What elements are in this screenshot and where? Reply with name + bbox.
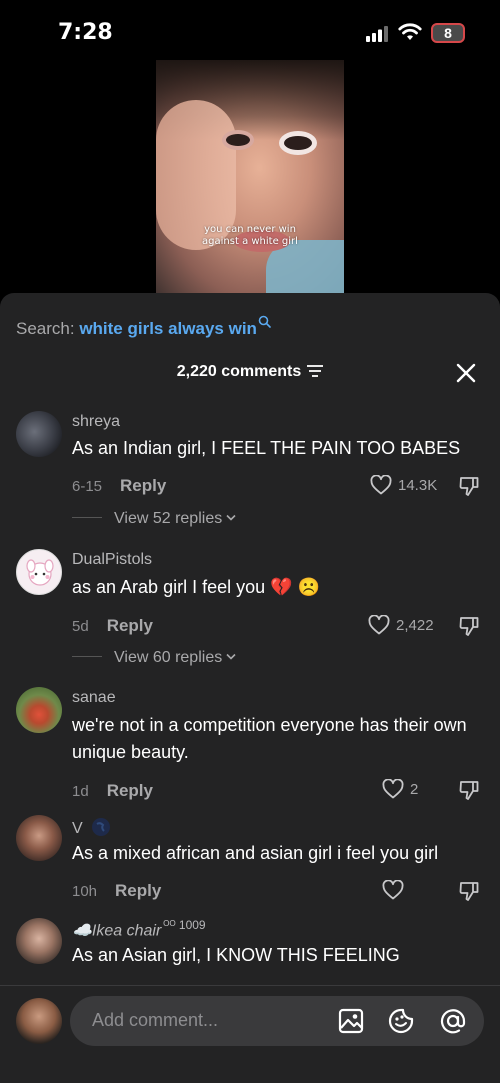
divider-line — [72, 517, 102, 518]
avatar-illustration — [26, 559, 54, 586]
view-replies-button[interactable]: View 60 replies — [72, 649, 236, 667]
video-caption-line2: against a white girl — [202, 236, 298, 247]
mention-icon[interactable] — [440, 1008, 466, 1034]
comments-sheet: Search: white girls always win 2,220 com… — [0, 293, 500, 1083]
dislike-icon[interactable] — [458, 475, 480, 497]
heart-icon — [382, 779, 404, 799]
signal-icon — [366, 26, 388, 42]
comments-count-header: 2,220 comments — [0, 363, 500, 381]
globe-icon — [92, 818, 111, 836]
search-icon — [258, 315, 271, 328]
comment-text: As an Indian girl, I FEEL THE PAIN TOO B… — [72, 438, 461, 458]
like-button[interactable]: 14.3K — [370, 475, 437, 495]
video-eye-right — [284, 136, 312, 150]
video-caption: you can never win against a white girl — [156, 224, 344, 248]
close-icon[interactable] — [454, 361, 478, 385]
like-count: 2 — [410, 780, 419, 798]
comment-text: As a mixed african and asian girl i feel… — [72, 843, 439, 863]
avatar[interactable] — [16, 918, 62, 964]
chevron-down-icon — [226, 653, 236, 660]
comment-time: 6-15 — [72, 478, 103, 495]
dislike-icon[interactable] — [458, 880, 480, 902]
like-button[interactable] — [382, 880, 410, 900]
comment-meta: 1d Reply — [72, 781, 153, 801]
like-count: 14.3K — [398, 476, 438, 494]
video-eye-left — [226, 134, 250, 146]
view-replies-button[interactable]: View 52 replies — [72, 510, 236, 528]
dislike-icon[interactable] — [458, 779, 480, 801]
wifi-icon — [398, 23, 422, 40]
comment-username[interactable]: shreya — [72, 413, 120, 431]
like-button[interactable]: 2 — [382, 779, 418, 799]
comment-username-suffix: ᴼᴼ 1009 — [163, 918, 206, 932]
view-replies-label: View 52 replies — [114, 510, 223, 527]
comment-time: 5d — [72, 618, 89, 635]
comment-username[interactable]: V — [72, 817, 111, 838]
filter-icon[interactable] — [307, 365, 324, 377]
comment-text: we're not in a competition everyone has … — [72, 715, 467, 762]
divider-line — [72, 656, 102, 657]
like-button[interactable]: 2,422 — [368, 615, 434, 635]
comments-count: 2,220 comments — [176, 363, 302, 380]
comment-meta: 5d Reply — [72, 616, 153, 636]
comment-meta: 6-15 Reply — [72, 476, 166, 496]
comment-time: 1d — [72, 783, 89, 800]
comment-username-text: ☁️Ikea chair — [72, 922, 162, 940]
heart-icon — [368, 615, 390, 635]
avatar[interactable] — [16, 411, 62, 457]
heart-icon — [370, 475, 392, 495]
chevron-down-icon — [226, 514, 236, 521]
battery-level: 8 — [444, 25, 452, 41]
emoji-icon[interactable] — [388, 1008, 414, 1034]
video-caption-line1: you can never win — [204, 224, 296, 235]
battery-icon: 8 — [431, 23, 465, 43]
comment-username[interactable]: DualPistols — [72, 551, 152, 569]
search-label: Search: — [16, 319, 80, 338]
view-replies-label: View 60 replies — [114, 649, 223, 666]
video-player[interactable]: you can never win against a white girl — [156, 60, 344, 300]
reply-button[interactable]: Reply — [107, 781, 153, 800]
comment-meta: 10h Reply — [72, 881, 161, 901]
comment-username-text: V — [72, 820, 83, 837]
comment-placeholder: Add comment... — [92, 1010, 219, 1030]
heart-icon — [382, 880, 404, 900]
comment-composer: Add comment... — [0, 986, 500, 1083]
comment-text: as an Arab girl I feel you 💔 ☹️ — [72, 577, 320, 597]
search-suggestion[interactable]: Search: white girls always win — [16, 315, 271, 339]
avatar[interactable] — [16, 687, 62, 733]
reply-button[interactable]: Reply — [115, 881, 161, 900]
comment-time: 10h — [72, 883, 98, 900]
dislike-icon[interactable] — [458, 615, 480, 637]
my-avatar[interactable] — [16, 998, 62, 1044]
status-time: 7:28 — [58, 20, 113, 45]
search-query[interactable]: white girls always win — [79, 319, 257, 338]
reply-button[interactable]: Reply — [107, 616, 153, 635]
comment-input[interactable]: Add comment... — [70, 996, 484, 1046]
comment-text: As an Asian girl, I KNOW THIS FEELING — [72, 945, 400, 965]
image-icon[interactable] — [338, 1008, 364, 1034]
comment-username[interactable]: ☁️Ikea chair ᴼᴼ 1009 — [72, 918, 206, 940]
like-count: 2,422 — [396, 616, 434, 634]
status-bar: 7:28 8 — [0, 0, 500, 62]
comment-username[interactable]: sanae — [72, 689, 116, 707]
avatar[interactable] — [16, 815, 62, 861]
avatar[interactable] — [16, 549, 62, 595]
reply-button[interactable]: Reply — [120, 476, 166, 495]
